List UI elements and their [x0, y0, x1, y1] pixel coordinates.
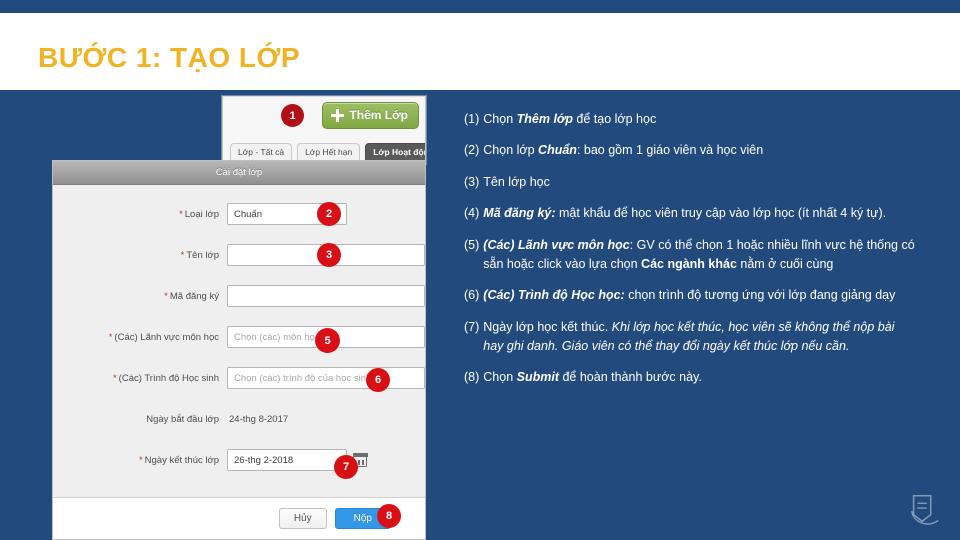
note-text: (Các) Trình độ Học học: chọn trình độ tư…	[483, 288, 896, 303]
required-marker: *	[138, 454, 143, 466]
form-footer: Hủy Nộp	[53, 497, 425, 539]
tab-expired-classes[interactable]: Lớp Hết hạn	[297, 143, 361, 161]
required-marker: *	[180, 249, 185, 261]
toolbar-button-row: Thêm Lớp	[322, 102, 419, 129]
note-text: Chọn Submit để hoàn thành bước này.	[483, 370, 702, 385]
note-number: (3)	[464, 174, 480, 189]
label-student-levels: * (Các) Trình độ Học sinh	[112, 372, 219, 384]
label-class-name: * Tên lớp	[180, 249, 219, 261]
plus-icon	[331, 108, 345, 122]
label-class-type: * Loại lớp	[179, 208, 219, 220]
field-row-end-date: * Ngày kết thúc lớp 26-thg 2-2018	[53, 443, 425, 477]
list-item: (7) Ngày lớp học kết thúc. Khi lớp học k…	[464, 318, 916, 357]
add-class-button-label: Thêm Lớp	[349, 108, 408, 122]
field-row-class-type: * Loại lớp Chuẩn	[53, 197, 425, 231]
label-subject-areas: * (Các) Lãnh vực môn học	[108, 331, 219, 343]
note-text: Chọn lớp Chuẩn: bao gồm 1 giáo viên và h…	[483, 143, 764, 158]
callout-badge-1: 1	[281, 104, 304, 127]
class-filter-tabs: Lớp - Tất cả Lớp Hết hạn Lớp Hoạt động	[230, 143, 425, 161]
callout-badge-8: 8	[377, 504, 401, 528]
page-title: BƯỚC 1: TẠO LỚP	[38, 42, 301, 73]
list-item: (5) (Các) Lãnh vực môn học: GV có thể ch…	[464, 236, 916, 275]
list-item: (4) Mã đăng ký: mật khẩu để học viên tru…	[464, 204, 916, 223]
required-marker: *	[108, 331, 113, 343]
note-number: (7)	[464, 319, 480, 334]
add-class-button[interactable]: Thêm Lớp	[322, 102, 419, 129]
form-body: *Loại lớp Chuẩn *Tên lớp *Mã đăng ký	[53, 185, 425, 477]
callout-badge-3: 3	[317, 243, 341, 267]
list-item: (6) (Các) Trình độ Học học: chọn trình đ…	[464, 286, 916, 305]
callout-badge-7: 7	[334, 455, 358, 479]
list-item: (8) Chọn Submit để hoàn thành bước này.	[464, 368, 916, 387]
input-student-levels-placeholder: Chọn (các) trình độ của học sinh	[234, 372, 372, 384]
required-marker: *	[112, 372, 117, 384]
label-end-date: * Ngày kết thúc lớp	[138, 454, 219, 466]
note-text: Chọn Thêm lớp để tạo lớp học	[483, 112, 657, 126]
field-row-start-date: Ngày bắt đầu lớp 24-thg 8-2017	[53, 402, 425, 436]
field-row-class-name: * Tên lớp	[53, 238, 425, 272]
input-end-date-value: 26-thg 2-2018	[234, 454, 294, 466]
note-text: Mã đăng ký: mật khẩu để học viên truy cậ…	[483, 206, 887, 221]
note-number: (4)	[464, 206, 480, 221]
label-start-date: Ngày bắt đầu lớp	[146, 413, 219, 425]
note-number: (2)	[464, 143, 480, 158]
field-row-subject-areas: * (Các) Lãnh vực môn học Chọn (các) môn h…	[53, 320, 425, 354]
screenshot-form-panel: Cài đặt lớp * Loại lớp Chuẩn * Tên lớp * Mã…	[52, 160, 426, 540]
list-item: (1) Chọn Thêm lớp để tạo lớp học	[464, 110, 916, 129]
required-marker: *	[164, 290, 168, 302]
select-class-type-value: Chuẩn	[234, 208, 262, 220]
required-marker: *	[179, 208, 183, 220]
field-row-registration-code: * Mã đăng ký	[53, 279, 425, 313]
note-number: (8)	[464, 370, 480, 385]
input-subject-areas-placeholder: Chọn (các) môn học	[234, 331, 320, 343]
note-text: Ngày lớp học kết thúc. Khi lớp học kết t…	[483, 319, 895, 353]
callout-badge-2: 2	[317, 202, 341, 226]
callout-badge-5: 5	[315, 328, 340, 353]
tab-all-classes[interactable]: Lớp - Tất cả	[230, 143, 293, 161]
input-student-levels[interactable]: Chọn (các) trình độ của học sinh	[227, 367, 425, 389]
note-text: (Các) Lãnh vực môn học: GV có thể chọn 1…	[483, 237, 915, 271]
input-end-date[interactable]: 26-thg 2-2018	[227, 449, 347, 471]
note-number: (1)	[464, 112, 480, 126]
note-number: (5)	[464, 237, 480, 252]
screenshot-toolbar-panel: Thêm Lớp Lớp - Tất cả Lớp Hết hạn Lớp Ho…	[222, 96, 426, 164]
list-item: (2) Chọn lớp Chuẩn: bao gồm 1 giáo viên …	[464, 141, 916, 160]
list-item: (3) Tên lớp học	[464, 173, 916, 192]
note-number: (6)	[464, 288, 480, 303]
form-panel-title: Cài đặt lớp	[53, 161, 425, 185]
note-text: Tên lớp học	[483, 174, 550, 189]
tab-active-classes[interactable]: Lớp Hoạt động	[365, 143, 425, 161]
cancel-button[interactable]: Hủy	[278, 508, 327, 529]
value-start-date: 24-thg 8-2017	[229, 413, 289, 425]
slide-top-accent-bar	[0, 0, 960, 13]
callout-badge-6: 6	[366, 368, 390, 392]
label-registration-code: * Mã đăng ký	[164, 290, 219, 302]
input-registration-code[interactable]	[227, 285, 425, 307]
brand-logo-icon	[910, 494, 939, 525]
instruction-list: (1) Chọn Thêm lớp để tạo lớp học (2) Chọ…	[464, 110, 916, 400]
